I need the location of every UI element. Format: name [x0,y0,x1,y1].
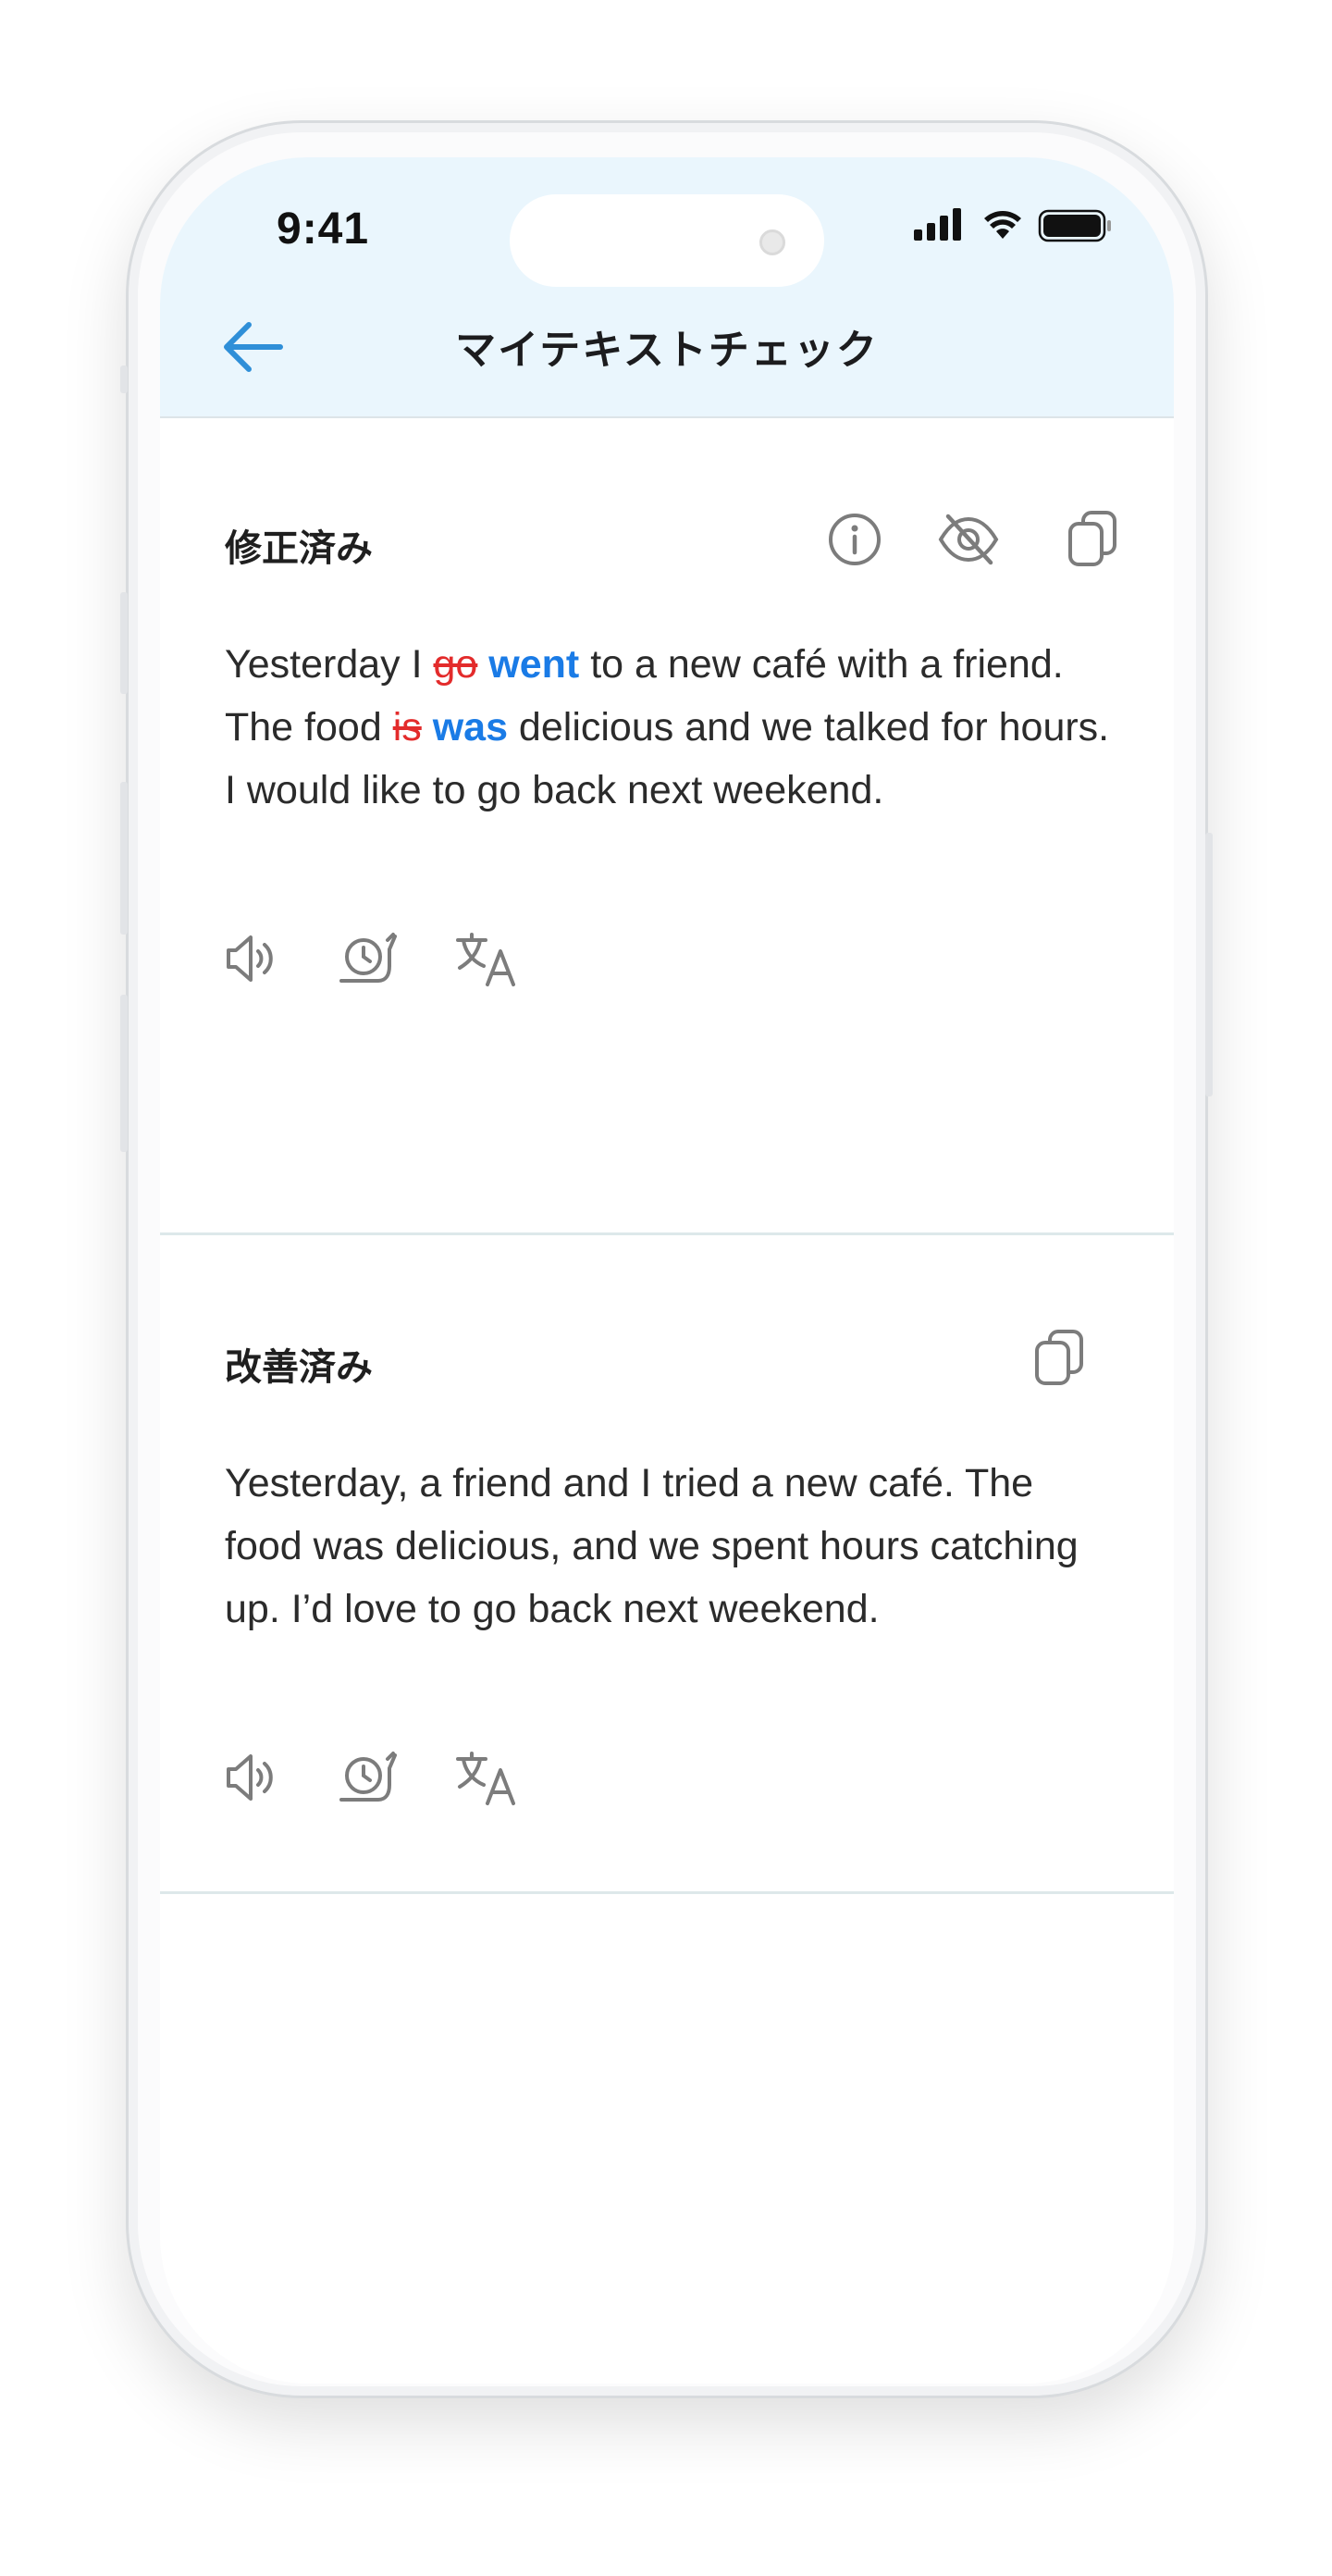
translate-icon [456,1752,515,1805]
camera-icon [759,229,785,255]
volume-down-button [120,782,128,935]
page-title: マイテキストチェック [455,328,879,373]
snail-icon [339,933,397,983]
battery-icon [1038,209,1111,242]
app-header: 9:41 マイテキストチェック [160,157,1174,418]
slow-speak-button[interactable] [338,1750,399,1805]
power-button [1205,833,1213,1096]
speaker-icon [227,935,273,982]
status-time: 9:41 [277,204,370,254]
improved-title: 改善済み [225,1347,373,1388]
corrected-text: Yesterday I go went to a new café with a… [225,633,1113,822]
improved-section: 改善済み Yesterday, a friend and I tried a n… [160,1235,1174,1894]
copy-icon [1035,1330,1083,1385]
snail-icon [339,1752,397,1802]
signal-icon [914,208,961,241]
speaker-icon [227,1754,273,1801]
volume-up-button [120,592,128,694]
speak-button[interactable] [223,931,278,986]
section-divider [160,1891,1174,1894]
copy-icon [1068,511,1116,566]
deleted-word: is [392,705,422,749]
text-segment: Yesterday I [225,642,434,687]
screen: 9:41 マイテキストチェック 修正済み Yesterday I go went… [160,157,1174,2384]
copy-button[interactable] [1067,509,1118,568]
translate-button[interactable] [454,931,519,988]
corrected-title: 修正済み [225,528,373,569]
info-icon [829,514,881,565]
info-button[interactable] [826,511,883,568]
translate-button[interactable] [454,1750,519,1807]
inserted-word: went [488,642,580,687]
wifi-icon [984,211,1021,239]
deleted-word: go [433,642,478,687]
copy-button[interactable] [1033,1328,1085,1387]
improved-text: Yesterday, a friend and I tried a new ca… [225,1461,1079,1631]
corrected-section: 修正済み Yesterday I go went to a new café w… [160,416,1174,1233]
speak-button[interactable] [223,1750,278,1805]
status-icons [914,205,1117,242]
inserted-word: was [432,705,508,749]
mute-switch [120,365,128,393]
translate-icon [456,933,515,986]
eye-off-icon [938,514,999,565]
hide-button[interactable] [937,511,1000,568]
action-button [120,995,128,1152]
slow-speak-button[interactable] [338,931,399,986]
